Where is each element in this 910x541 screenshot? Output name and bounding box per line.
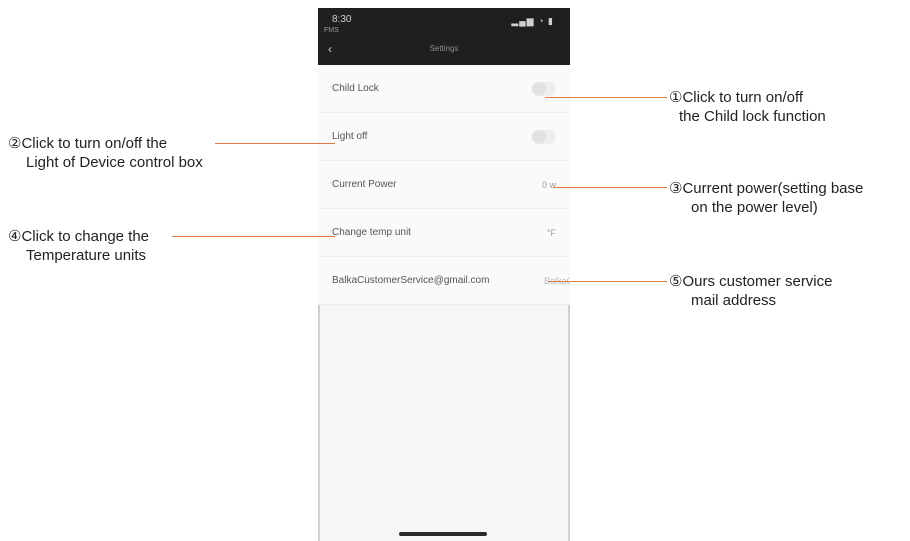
current-power-value: 0 w — [541, 179, 556, 190]
callout-line-3 — [553, 187, 667, 188]
annotation-5-line2: mail address — [691, 292, 777, 309]
home-indicator — [399, 532, 487, 536]
status-carrier: FMS — [324, 27, 339, 34]
callout-line-4 — [172, 236, 335, 237]
annotation-3: ③Current power(setting base on the power… — [669, 179, 863, 217]
annotation-2-line2: Light of Device control box — [26, 154, 203, 171]
annotation-5: ⑤Ours customer service mail address — [669, 272, 832, 310]
annotation-2: ②Click to turn on/off the Light of Devic… — [8, 134, 203, 172]
email-label: BalkaCustomerService@gmail.com — [332, 275, 490, 286]
annotation-5-line1: ⑤Ours customer service — [669, 273, 833, 290]
signal-icon: ▂▄▆ — [511, 16, 535, 26]
wifi-icon: ◔ — [538, 16, 545, 26]
toggle-knob — [533, 83, 545, 95]
annotation-1: ①Click to turn on/off the Child lock fun… — [669, 88, 826, 126]
light-off-label: Light off — [332, 131, 368, 142]
child-lock-label: Child Lock — [332, 83, 379, 94]
settings-list: Child Lock Light off Current Power 0 w C… — [318, 65, 570, 305]
row-temp-unit[interactable]: Change temp unit °F — [318, 209, 570, 257]
callout-line-1 — [545, 97, 667, 98]
annotation-2-line1: ②Click to turn on/off the — [8, 135, 168, 152]
temp-unit-value[interactable]: °F — [547, 228, 556, 238]
current-power-label: Current Power — [332, 179, 397, 190]
battery-icon: ▮ — [548, 16, 554, 26]
annotation-4-line2: Temperature units — [26, 247, 147, 264]
screen-title: Settings — [429, 44, 459, 53]
status-icons: ▂▄▆ ◔ ▮ — [511, 16, 554, 27]
status-time: 8:30 — [332, 14, 352, 25]
annotation-1-line2: the Child lock function — [679, 108, 826, 125]
row-email[interactable]: BalkaCustomerService@gmail.com BalkaCu — [318, 257, 570, 305]
child-lock-toggle[interactable] — [532, 82, 556, 96]
annotation-3-line2: on the power level) — [691, 199, 818, 216]
annotation-4-line1: ④Click to change the — [8, 228, 150, 245]
row-current-power: Current Power 0 w — [318, 161, 570, 209]
annotation-3-line1: ③Current power(setting base — [669, 180, 864, 197]
row-light-off: Light off — [318, 113, 570, 161]
phone-screen: 8:30 FMS ▂▄▆ ◔ ▮ ‹ Settings Child Lock L… — [318, 8, 570, 541]
temp-unit-label: Change temp unit — [332, 227, 411, 238]
annotation-4: ④Click to change the Temperature units — [8, 227, 149, 265]
annotation-1-line1: ①Click to turn on/off — [669, 89, 804, 106]
row-child-lock: Child Lock — [318, 65, 570, 113]
top-bar: 8:30 FMS ▂▄▆ ◔ ▮ ‹ Settings — [318, 8, 570, 65]
toggle-knob — [533, 131, 545, 143]
callout-line-5 — [548, 281, 667, 282]
callout-line-2 — [215, 143, 335, 144]
light-off-toggle[interactable] — [532, 130, 556, 144]
